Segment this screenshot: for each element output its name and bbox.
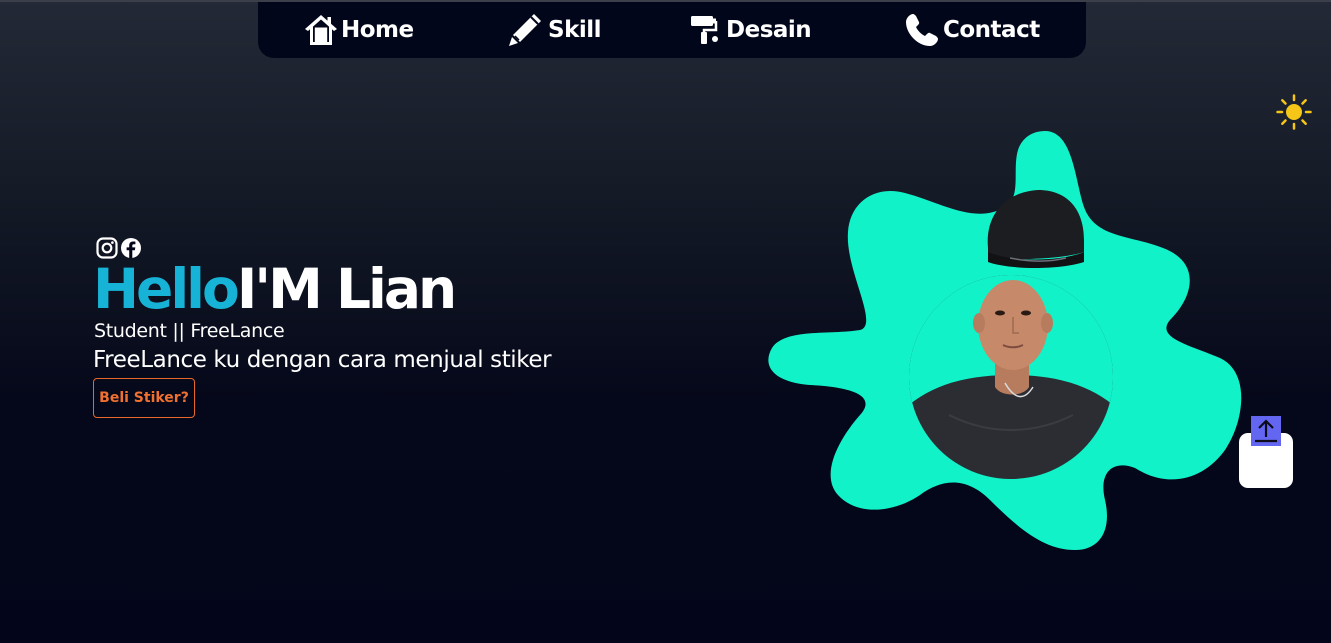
buy-sticker-button[interactable]: Beli Stiker? xyxy=(93,378,195,418)
nav-contact-label: Contact xyxy=(943,17,1040,43)
pencil-icon xyxy=(507,12,545,48)
navbar: Home Skill Desain Contact xyxy=(258,2,1086,58)
cap-image xyxy=(987,190,1084,268)
nav-skill-label: Skill xyxy=(548,17,602,43)
nav-skill[interactable]: Skill xyxy=(507,12,602,48)
hero-role: Student || FreeLance xyxy=(94,320,285,342)
paint-roller-icon xyxy=(689,13,723,47)
profile-photo xyxy=(909,275,1113,479)
hero-name: I'M Lian xyxy=(236,257,457,321)
nav-home-label: Home xyxy=(341,17,414,43)
nav-desain[interactable]: Desain xyxy=(689,12,812,48)
arrow-up-icon[interactable] xyxy=(1251,416,1281,446)
home-icon xyxy=(304,13,338,47)
sun-icon[interactable] xyxy=(1276,94,1312,130)
phone-icon xyxy=(904,12,940,48)
nav-home[interactable]: Home xyxy=(304,12,414,48)
hero-description: FreeLance ku dengan cara menjual stiker xyxy=(93,347,552,373)
hero-hello: Hello xyxy=(93,257,240,321)
nav-desain-label: Desain xyxy=(726,17,812,43)
nav-contact[interactable]: Contact xyxy=(904,12,1040,48)
hero-title: HelloI'M Lian xyxy=(93,255,457,323)
